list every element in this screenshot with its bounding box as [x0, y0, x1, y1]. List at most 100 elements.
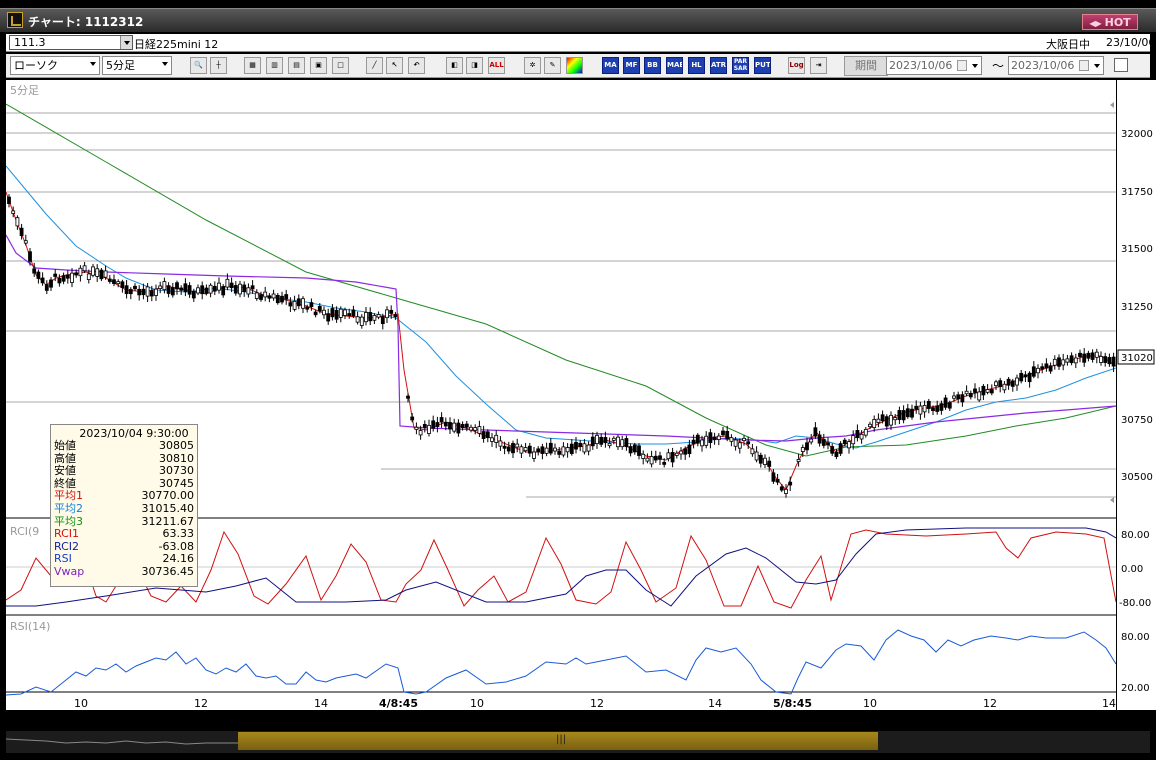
- date-from-input[interactable]: 2023/10/06: [886, 56, 982, 75]
- candle-body: [435, 422, 440, 427]
- candle-body: [23, 240, 28, 244]
- indicator-button-mf[interactable]: MF: [623, 57, 640, 74]
- candle-body: [242, 284, 247, 292]
- zoom-icon[interactable]: 🔍: [190, 57, 207, 74]
- data-row: Vwap 30736.45: [54, 564, 195, 579]
- chart-type-dropdown-icon[interactable]: [87, 57, 99, 74]
- price-axis[interactable]: 32000 31750 31500 31250 31020 30750 3050…: [1116, 80, 1156, 710]
- candle-body: [162, 281, 167, 291]
- candle-body: [851, 435, 856, 445]
- candle-body: [158, 285, 163, 289]
- candle-body: [1031, 366, 1036, 377]
- indicator-button-put[interactable]: PUT: [754, 57, 771, 74]
- candle-body: [452, 422, 457, 432]
- candle-body: [716, 435, 721, 440]
- date-to-dropdown-icon[interactable]: [1091, 59, 1102, 72]
- candle-body: [460, 424, 465, 429]
- candle-body: [700, 439, 704, 447]
- pointer-icon[interactable]: ↖: [386, 57, 403, 74]
- calendar-icon[interactable]: [1079, 60, 1089, 71]
- candle-body: [70, 272, 74, 283]
- chart-panel[interactable]: 5分足 RCI(9 RSI(14) 10 12 14 4/8:45 10 12 …: [5, 80, 1117, 710]
- draw-line-icon[interactable]: ╱: [366, 57, 383, 74]
- export-icon[interactable]: ⇥: [810, 57, 827, 74]
- tool-icon[interactable]: ✎: [544, 57, 561, 74]
- candle-body: [838, 443, 843, 454]
- candle-body: [91, 266, 95, 276]
- data-row-value: 63.33: [162, 527, 195, 541]
- settings-icon[interactable]: ✲: [524, 57, 541, 74]
- indicator-button-hl[interactable]: HL: [688, 57, 705, 74]
- x-tick-label: 4/8:45: [379, 697, 418, 710]
- compare-icon[interactable]: ▦: [244, 57, 261, 74]
- x-tick-label: 12: [590, 697, 604, 710]
- interval-dropdown-icon[interactable]: [159, 57, 171, 74]
- chart-canvas[interactable]: 5分足 RCI(9 RSI(14) 10 12 14 4/8:45 10 12 …: [5, 80, 1117, 710]
- calendar-icon[interactable]: [957, 60, 967, 71]
- shrink-icon[interactable]: ◧: [446, 57, 463, 74]
- disabled-tool-icon[interactable]: □: [332, 57, 349, 74]
- expand-icon[interactable]: ◨: [466, 57, 483, 74]
- code-select[interactable]: 111.3: [9, 35, 133, 50]
- candle-body: [120, 281, 125, 289]
- data-row-label: 始値: [54, 439, 76, 452]
- candle-body: [847, 441, 851, 449]
- scroll-marker-icon: [1110, 497, 1114, 503]
- indicator-button-mae[interactable]: MAE: [666, 57, 683, 74]
- candle-body: [704, 435, 709, 446]
- date-from-dropdown-icon[interactable]: [969, 59, 980, 72]
- chart-type-select[interactable]: ローソク: [10, 56, 100, 75]
- log-button[interactable]: Log: [788, 57, 805, 74]
- candle-body: [515, 443, 520, 448]
- candle-body: [40, 277, 45, 284]
- market-name: 大阪日中: [1046, 38, 1090, 51]
- candle-body: [813, 427, 818, 437]
- candle-body: [658, 455, 662, 460]
- candle-body: [477, 426, 482, 434]
- candle-body: [376, 314, 381, 318]
- candle-body: [443, 421, 448, 427]
- scroll-thumb[interactable]: |||: [238, 732, 878, 750]
- hot-button[interactable]: ◀▶ HOT: [1082, 14, 1138, 30]
- candle-body: [599, 436, 604, 445]
- candle-body: [775, 478, 780, 483]
- interval-select[interactable]: 5分足: [102, 56, 172, 75]
- candle-settings-icon[interactable]: ▥: [266, 57, 283, 74]
- candle-body: [57, 277, 62, 284]
- candle-body: [116, 281, 121, 285]
- candle-body: [473, 427, 478, 431]
- x-tick-label: 12: [194, 697, 208, 710]
- candle-body: [351, 309, 356, 317]
- toolbar: ローソク 5分足 🔍 ┼ ▦ ▥ ▤ ▣ □ ╱ ↖ ↶ ◧ ◨ ALL ✲ ✎…: [6, 54, 1150, 78]
- indicator-button-parsar[interactable]: PAR SAR: [732, 57, 749, 74]
- candle-body: [1006, 378, 1011, 386]
- period-checkbox[interactable]: [1114, 58, 1128, 72]
- crosshair-icon[interactable]: ┼: [210, 57, 227, 74]
- price-tick-label: 31250: [1121, 302, 1153, 313]
- horizontal-scrollbar[interactable]: |||: [6, 731, 1150, 753]
- date-to-input[interactable]: 2023/10/06: [1008, 56, 1104, 75]
- data-row-value: 30805: [159, 439, 194, 452]
- candle-body: [65, 274, 70, 279]
- all-button[interactable]: ALL: [488, 57, 505, 74]
- period-button[interactable]: 期間: [844, 56, 888, 76]
- candle-body: [674, 452, 679, 456]
- candle-body: [695, 434, 700, 444]
- line-chart-icon[interactable]: ▣: [310, 57, 327, 74]
- indicator-button-bb[interactable]: BB: [644, 57, 661, 74]
- candle-body: [964, 390, 969, 395]
- color-palette-icon[interactable]: [566, 57, 583, 74]
- bar-chart-icon[interactable]: ▤: [288, 57, 305, 74]
- data-row-value: 30736.45: [141, 564, 195, 578]
- indicator-button-atr[interactable]: ATR: [710, 57, 727, 74]
- candle-body: [263, 291, 268, 298]
- dropdown-arrow-icon[interactable]: [120, 36, 132, 49]
- rsi-tick-label: 80.00: [1121, 632, 1150, 643]
- undo-icon[interactable]: ↶: [408, 57, 425, 74]
- candle-body: [800, 447, 805, 452]
- candle-body: [133, 285, 137, 290]
- indicator-button-ma[interactable]: MA: [602, 57, 619, 74]
- candle-body: [385, 309, 389, 319]
- price-tick-label: 30500: [1121, 472, 1153, 483]
- candle-body: [960, 394, 965, 403]
